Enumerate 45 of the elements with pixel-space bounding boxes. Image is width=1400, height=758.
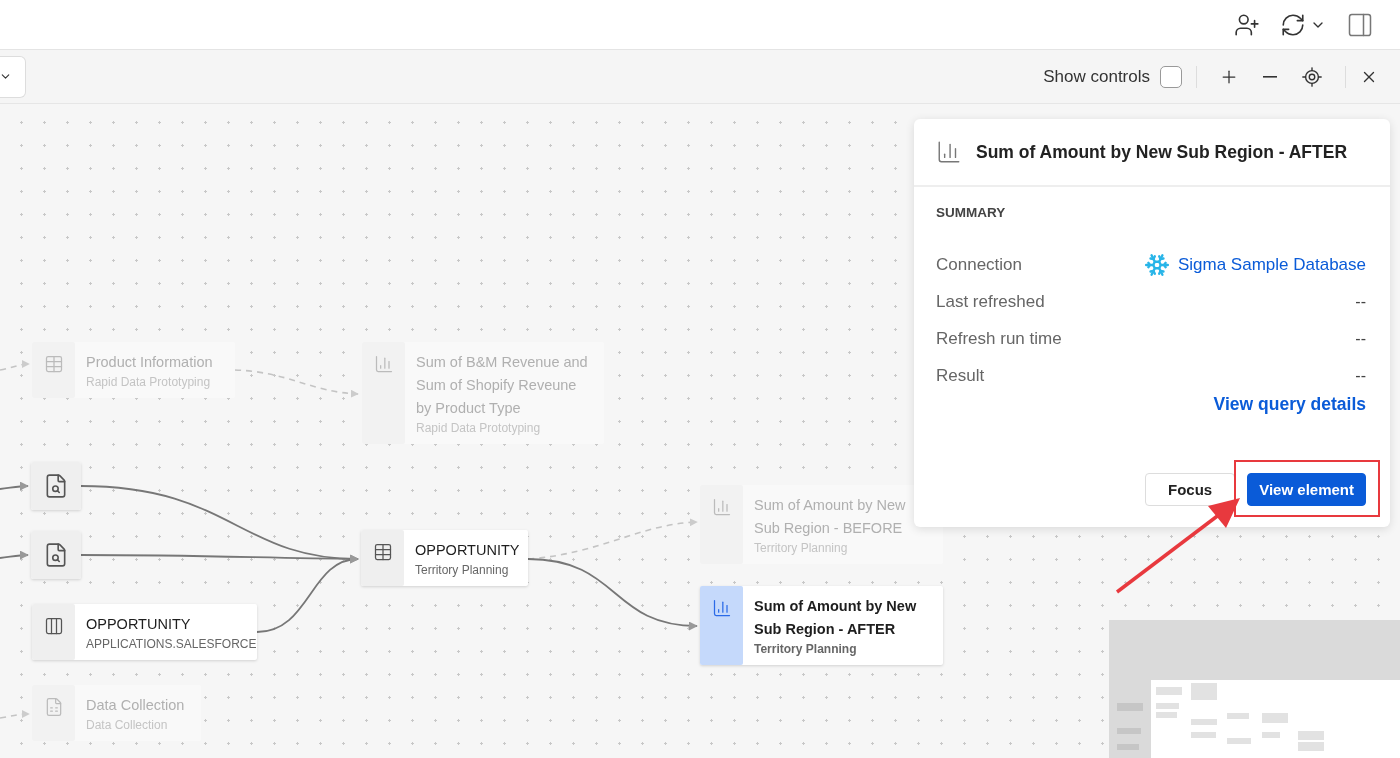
node-title: Sum of Amount by New Sub Region - BEFORE — [754, 496, 907, 538]
focus-button[interactable]: Focus — [1145, 473, 1236, 506]
summary-label: Connection — [936, 254, 1022, 275]
bar-chart-icon — [936, 139, 962, 165]
table-icon — [372, 542, 393, 562]
node-title: Sum of Amount by New Sub Region - AFTER — [754, 597, 918, 639]
columns-icon — [43, 616, 64, 636]
summary-value: -- — [1355, 329, 1366, 348]
crosshair-icon — [1301, 65, 1323, 88]
node-title: Sum of B&M Revenue and Sum of Shopify Reveune by Product Type — [416, 353, 589, 418]
show-controls-label: Show controls — [1043, 66, 1150, 87]
bar-chart-icon — [711, 598, 732, 618]
minus-icon — [1263, 75, 1277, 78]
snowflake-icon — [1143, 251, 1170, 278]
table-icon — [43, 354, 64, 374]
node-subtitle: Territory Planning — [415, 562, 510, 578]
panel-title: Sum of Amount by New Sub Region - AFTER — [976, 141, 1348, 163]
refresh-icon — [1280, 11, 1306, 38]
bar-chart-icon — [711, 497, 732, 517]
node-subtitle: APPLICATIONS.SALESFORCE — [86, 636, 257, 652]
summary-value: -- — [1355, 366, 1366, 385]
lineage-node[interactable]: OPPORTUNITY Territory Planning — [361, 530, 528, 586]
node-title: OPPORTUNITY — [86, 615, 192, 634]
bar-chart-icon — [373, 354, 394, 374]
zoom-out-button[interactable] — [1263, 75, 1277, 78]
add-user-icon — [1234, 11, 1260, 38]
show-controls-checkbox[interactable] — [1160, 65, 1182, 88]
recenter-button[interactable] — [1301, 65, 1323, 88]
summary-label: Result — [936, 365, 985, 386]
add-user-button[interactable] — [1234, 11, 1260, 38]
source-node[interactable] — [31, 531, 81, 579]
summary-label: Refresh run time — [936, 328, 1062, 349]
view-query-details-link[interactable]: View query details — [1213, 394, 1366, 415]
node-subtitle: Territory Planning — [754, 641, 858, 657]
lineage-node[interactable]: OPPORTUNITY APPLICATIONS.SALESFORCE — [32, 604, 257, 660]
node-title: Product Information — [86, 353, 213, 372]
source-node[interactable] — [31, 462, 81, 510]
node-title: Data Collection — [86, 696, 185, 715]
view-element-button[interactable]: View element — [1247, 473, 1366, 506]
connection-link[interactable]: Sigma Sample Database — [1177, 254, 1366, 275]
node-title: OPPORTUNITY — [415, 541, 520, 560]
summary-label: Last refreshed — [936, 291, 1045, 312]
section-heading: SUMMARY — [936, 205, 1007, 220]
lineage-node[interactable]: Sum of Amount by New Sub Region - AFTER Territory Planning — [700, 586, 943, 665]
summary-value: -- — [1355, 292, 1366, 311]
